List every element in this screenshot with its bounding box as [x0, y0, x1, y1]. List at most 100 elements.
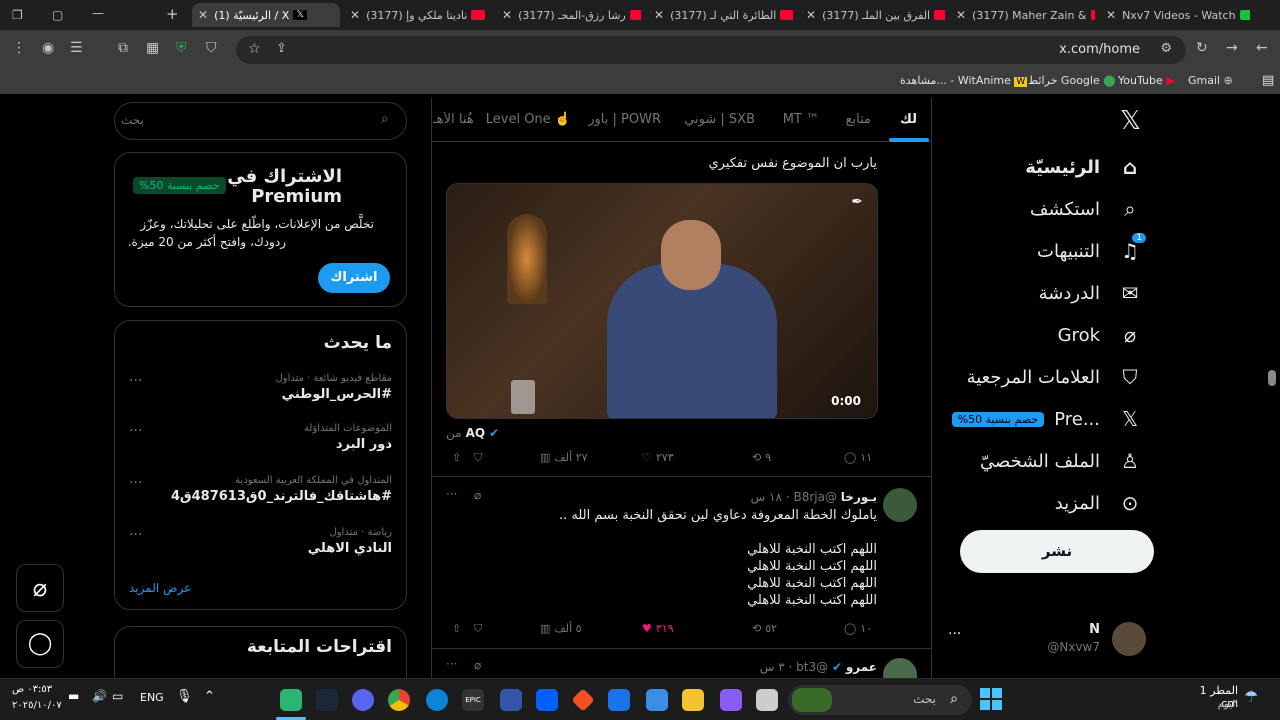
window-minimize-icon[interactable]: —	[92, 6, 104, 20]
tab-here[interactable]: هُنا الأهـ	[433, 112, 479, 127]
start-button-icon[interactable]	[980, 688, 1002, 710]
menu-icon[interactable]: ⋮	[12, 40, 26, 56]
discord-icon[interactable]	[352, 689, 374, 711]
extensions-puzzle-icon[interactable]: ⧉	[118, 40, 128, 56]
advertiser-name[interactable]: AQ	[466, 426, 486, 440]
nav-grok[interactable]: ⌀ Grok	[1058, 317, 1142, 353]
close-icon[interactable]: ✕	[198, 8, 208, 22]
views-stat[interactable]: ▥ ٥ ألف	[540, 622, 582, 635]
search-box[interactable]: ⌕ بحث	[114, 102, 407, 140]
star-bookmark-icon[interactable]: ☆	[248, 41, 261, 57]
bookmark-witanime[interactable]: مشاهدة... - WitAnime W	[900, 74, 1028, 87]
tab-for-you[interactable]: لك	[900, 112, 917, 127]
close-icon[interactable]: ✕	[956, 8, 966, 22]
more-dots-icon[interactable]: ···	[948, 626, 961, 642]
shield-icon[interactable]: ⛨	[176, 40, 187, 56]
tweet-video[interactable]: ✒ 0:00	[446, 183, 878, 419]
bookmark-gmail[interactable]: Gmail ⊕	[1188, 74, 1233, 87]
more-dots-icon[interactable]: ···	[129, 423, 142, 439]
copilot-icon[interactable]	[720, 689, 742, 711]
trend-item[interactable]: النادي الاهلي	[308, 541, 392, 556]
weather-icon[interactable]: ☂	[1244, 687, 1258, 706]
trend-item[interactable]: #الحرس_الوطني	[282, 387, 392, 402]
nav-explore[interactable]: ⌕ استكشف	[1030, 191, 1142, 227]
avatar[interactable]	[883, 488, 917, 522]
x-logo-icon[interactable]: 𝕏	[1120, 106, 1141, 136]
trend-item[interactable]: دور البرد	[336, 437, 392, 452]
close-icon[interactable]: ✕	[654, 8, 664, 22]
reading-list-icon[interactable]: ☰	[70, 40, 83, 56]
tab-naditu[interactable]: ✕ (3177) ناديتا ملكي وإ	[344, 3, 489, 27]
nav-home[interactable]: ⌂ الرئيسيّة	[1025, 149, 1142, 185]
more-dots-icon[interactable]: ···	[129, 527, 142, 543]
tab-difference[interactable]: ✕ (3177) الفرق بين الملـ	[800, 3, 945, 27]
tab-sxb[interactable]: شوني | SXB	[684, 112, 755, 127]
close-icon[interactable]: ✕	[1106, 8, 1116, 22]
bookmark-youtube[interactable]: YouTube ▶	[1118, 74, 1175, 87]
share-icon[interactable]: ⇪	[276, 41, 287, 56]
file-explorer-icon[interactable]	[682, 689, 704, 711]
grok-floating-icon[interactable]: ⌀	[16, 564, 64, 612]
avatar[interactable]	[883, 658, 917, 678]
reply-button[interactable]: ◯ ١٠	[844, 622, 872, 635]
views-stat[interactable]: ▥ ٢٧ ألف	[540, 451, 588, 464]
tab-airplane[interactable]: ✕ (3177) الطائرة التي لـ	[648, 3, 793, 27]
nav-notifications[interactable]: ♫ 1 التنبيهات	[1037, 233, 1146, 269]
nav-bookmarks[interactable]: ⛉ العلامات المرجعية	[967, 359, 1142, 395]
trend-item[interactable]: #هاشتاقك_فالترند_0ق487613ق4	[171, 489, 392, 504]
site-settings-icon[interactable]: ⚙	[1160, 41, 1172, 56]
address-bar[interactable]: ☆ ⇪ x.com/home ⚙	[236, 36, 1186, 64]
nav-premium[interactable]: 𝕏 Pre... %حصم بنسبة 50	[951, 401, 1142, 437]
volume-icon[interactable]: 🔊	[92, 689, 107, 703]
more-dots-icon[interactable]: ···	[129, 373, 142, 389]
all-bookmarks-icon[interactable]: ▤	[1262, 73, 1274, 88]
messages-floating-icon[interactable]: ◯	[16, 620, 64, 668]
grok-icon[interactable]: ⌀	[474, 488, 481, 502]
share-icon[interactable]: ⇧	[452, 622, 461, 635]
url-text[interactable]: x.com/home	[1059, 42, 1140, 57]
nav-profile[interactable]: ♙ الملف الشخصيّ	[980, 443, 1142, 479]
store-icon[interactable]	[646, 689, 668, 711]
subscribe-button[interactable]: اشتراك	[318, 263, 390, 293]
language-indicator[interactable]: ENG	[140, 691, 164, 704]
microphone-icon[interactable]: 🎙	[176, 689, 193, 704]
extension-grid-icon[interactable]: ▦	[146, 40, 159, 56]
extension-avatar-icon[interactable]: ◉	[42, 40, 54, 56]
tab-following[interactable]: متابع	[846, 112, 871, 127]
post-button[interactable]: نشر	[960, 530, 1154, 573]
tab-level-one[interactable]: Level One ☝️	[486, 112, 571, 127]
app-icon[interactable]	[280, 689, 302, 711]
shield-outline-icon[interactable]: ⛉	[206, 40, 217, 56]
account-switcher[interactable]: N @Nxvw7 ···	[946, 612, 1146, 668]
network-icon[interactable]: ▭	[112, 689, 123, 703]
clock-date[interactable]: ٢٠٢٥/١٠/٠٧	[12, 700, 66, 711]
tab-mt[interactable]: MT ™	[783, 112, 819, 127]
more-dots-icon[interactable]: ···	[446, 657, 457, 671]
reload-icon[interactable]: ↻	[1196, 40, 1208, 56]
edge-icon[interactable]	[426, 689, 448, 711]
dropbox-icon[interactable]	[536, 689, 558, 711]
bookmark-google-maps[interactable]: خرائط Google ⬤	[1028, 74, 1116, 87]
tab-x-home[interactable]: ✕ (1) الرئيسيّة / X𝕏	[192, 3, 340, 27]
reply-button[interactable]: ◯ ١١	[844, 451, 872, 464]
app-icon[interactable]	[571, 688, 595, 712]
taskbar-search[interactable]: ⌕ بحث	[788, 685, 972, 715]
bookmark-icon[interactable]: ⛉	[474, 622, 482, 636]
more-dots-icon[interactable]: ···	[446, 487, 457, 501]
scrollbar-thumb[interactable]	[1268, 370, 1276, 386]
nav-more[interactable]: ⊙ المزيد	[1055, 485, 1142, 521]
like-button[interactable]: ♡ ٢٧٣	[642, 451, 674, 464]
more-dots-icon[interactable]: ···	[129, 475, 142, 491]
back-arrow-icon[interactable]: ←	[1256, 40, 1268, 56]
tab-rasha-rizk[interactable]: ✕ (3177) رشا رزق-المحـ	[496, 3, 641, 27]
retweet-button[interactable]: ⟲ ٥٢	[752, 622, 777, 635]
outlook-icon[interactable]	[608, 689, 630, 711]
tab-powr[interactable]: باور | POWR	[588, 112, 661, 127]
window-maximize-icon[interactable]: ▢	[52, 8, 63, 22]
tab-maher-zain[interactable]: ✕ (3177) Maher Zain &	[950, 3, 1095, 27]
share-icon[interactable]: ⇧	[452, 451, 461, 464]
nav-chat[interactable]: ✉ الدردشة	[1039, 275, 1142, 311]
new-tab-icon[interactable]: +	[166, 5, 179, 23]
battery-icon[interactable]: ▬	[68, 689, 79, 703]
show-more-link[interactable]: عرض المزيد	[129, 581, 191, 595]
